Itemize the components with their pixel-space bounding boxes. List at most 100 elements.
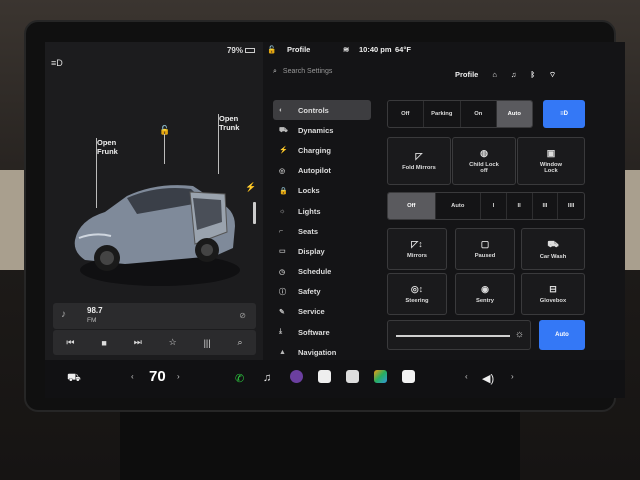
notes-app-icon[interactable]	[346, 370, 359, 383]
sidebar-item-autopilot[interactable]: ◎ Autopilot	[273, 161, 371, 181]
car-icon[interactable]: ⛟	[67, 372, 81, 386]
sidebar-item-label: Navigation	[298, 347, 337, 357]
headlights-option[interactable]: On	[461, 101, 497, 127]
sidebar-item-lights[interactable]: ☼ Lights	[273, 201, 371, 221]
wiper-option[interactable]: IIII	[558, 193, 584, 219]
volume-up-icon[interactable]: ›	[511, 372, 514, 381]
phone-icon[interactable]: ✆	[235, 372, 244, 385]
brightness-slider[interactable]: ☼	[387, 320, 531, 350]
glovebox-tile[interactable]: ⊟ Glovebox	[521, 273, 585, 315]
mirrors-tile[interactable]: ◸↕ Mirrors	[387, 228, 447, 270]
lock-status-icon[interactable]: 🔓	[267, 45, 276, 54]
stop-icon[interactable]: ■	[101, 338, 106, 348]
music-icon[interactable]: ♫	[263, 372, 271, 384]
profile-button[interactable]: Profile	[455, 70, 478, 80]
display-icon: ▭	[279, 248, 286, 256]
sidebar-item-label: Seats	[298, 226, 319, 236]
sun-icon: ☼	[279, 207, 286, 215]
window-lock-button[interactable]: ▣ Window Lock	[517, 137, 585, 185]
steering-label: Steering	[405, 298, 429, 304]
steering-icon: ◎	[279, 167, 286, 175]
fold-mirrors-button[interactable]: ◸ Fold Mirrors	[387, 137, 451, 185]
auto-highbeam-button[interactable]: ≡D	[543, 100, 585, 128]
touchscreen: 79% ≡D Open Frunk Open Trunk 🔓 ⚡ ♪ 98.7 …	[45, 42, 625, 398]
steering-tile[interactable]: ◎↕ Steering	[387, 273, 447, 315]
fold-mirrors-label: Fold Mirrors	[402, 165, 436, 171]
sidebar-item-label: Dynamics	[298, 125, 334, 135]
garage-icon[interactable]: ⌂	[492, 70, 497, 80]
download-icon: ⤓	[279, 328, 283, 336]
open-trunk-button[interactable]: Open Trunk	[219, 114, 239, 132]
volume-icon[interactable]: ◀)	[482, 372, 494, 385]
temp-down-icon[interactable]: ‹	[131, 372, 134, 381]
slider-track[interactable]	[396, 335, 510, 337]
search-icon[interactable]: ⌕	[237, 337, 242, 348]
nav-icon: ▲	[279, 348, 286, 356]
dashcam-tile[interactable]: ▢ Paused	[455, 228, 515, 270]
headlights-option[interactable]: Parking	[424, 101, 461, 127]
sidebar-item-label: Locks	[298, 186, 320, 196]
sidebar-item-label: Service	[298, 307, 325, 317]
sidebar-item-label: Software	[298, 327, 330, 337]
sidebar-item-label: Schedule	[298, 267, 332, 277]
alert-icon: ⓘ	[279, 288, 286, 296]
sidebar-item-seats[interactable]: ⌐ Seats	[273, 221, 371, 241]
arcade-app-icon[interactable]	[374, 370, 387, 383]
sidebar-item-label: Charging	[298, 145, 331, 155]
headlights-option[interactable]: Off	[388, 101, 424, 127]
sentry-label: Sentry	[475, 298, 495, 304]
child-lock-button[interactable]: ◍ Child Lock off	[452, 137, 516, 185]
sidebar-item-safety[interactable]: ⓘ Safety	[273, 282, 371, 302]
sidebar-item-controls[interactable]: ◐ Controls	[273, 100, 371, 121]
profile-label[interactable]: Profile	[287, 45, 310, 54]
media-controls: ⏮ ■ ⏭ ☆ ||| ⌕	[53, 330, 256, 355]
brightness-icon: ☼	[514, 329, 524, 340]
sidebar-item-locks[interactable]: 🔒 Locks	[273, 181, 371, 201]
headlights-option[interactable]: Auto	[496, 101, 532, 127]
lock-icon: 🔒	[279, 187, 288, 195]
favorite-icon[interactable]: ☆	[169, 337, 177, 348]
camera-icon: ▢	[480, 239, 490, 249]
previous-icon[interactable]: ⏮	[66, 337, 74, 348]
wiper-option[interactable]: Auto	[436, 193, 482, 219]
temp-up-icon[interactable]: ›	[177, 372, 180, 381]
sidebar-item-charging[interactable]: ⚡ Charging	[273, 140, 371, 160]
signal-icon[interactable]: ⌔	[549, 70, 556, 80]
glovebox-label: Glovebox	[539, 298, 567, 304]
volume-down-icon[interactable]: ‹	[465, 372, 468, 381]
sidebar-item-label: Lights	[298, 206, 321, 216]
center-console	[120, 412, 520, 480]
wiper-option[interactable]: II	[507, 193, 533, 219]
wiper-option[interactable]: III	[533, 193, 559, 219]
sidebar-item-software[interactable]: ⤓ Software	[273, 322, 371, 342]
charge-port-icon[interactable]: ⚡	[245, 182, 256, 193]
next-icon[interactable]: ⏭	[134, 337, 142, 348]
cabin-temp[interactable]: 70	[149, 368, 166, 385]
more-apps-icon[interactable]	[318, 370, 331, 383]
sidebar-item-dynamics[interactable]: ⛟ Dynamics	[273, 120, 371, 140]
child-lock-icon: ◍	[480, 148, 488, 158]
car-wash-tile[interactable]: ⛟ Car Wash	[521, 228, 585, 270]
sidebar-item-label: Display	[298, 246, 325, 256]
bluetooth-icon[interactable]: ᛒ	[531, 70, 536, 80]
brightness-auto-button[interactable]: Auto	[539, 320, 585, 350]
wiper-option[interactable]: Off	[388, 193, 436, 219]
headlights-icon[interactable]: ≡D	[51, 58, 63, 68]
headlights-selector: Off Parking On Auto	[387, 100, 533, 128]
seat-icon: ⌐	[279, 227, 284, 235]
media-player[interactable]: ♪ 98.7 FM ⊘	[53, 303, 256, 329]
window-lock-icon: ▣	[546, 148, 556, 158]
sidebar-item-service[interactable]: ✎ Service	[273, 302, 371, 322]
child-lock-label: Child Lock off	[469, 162, 499, 174]
camera-app-icon[interactable]	[290, 370, 303, 383]
wiper-option[interactable]: I	[481, 193, 507, 219]
search-settings[interactable]: ⌕ Search Settings	[273, 68, 332, 76]
bell-icon[interactable]: ♫	[511, 70, 517, 80]
sidebar-item-display[interactable]: ▭ Display	[273, 241, 371, 261]
sidebar-item-schedule[interactable]: ◷ Schedule	[273, 262, 371, 282]
sentry-tile[interactable]: ◉ Sentry	[455, 273, 515, 315]
toggle-icon: ◐	[279, 106, 284, 114]
equalizer-icon[interactable]: |||	[204, 338, 211, 348]
dock-bar: ⛟ ‹ 70 › ✆ ♫ ‹ ◀) ›	[45, 360, 625, 398]
calendar-app-icon[interactable]	[402, 370, 415, 383]
